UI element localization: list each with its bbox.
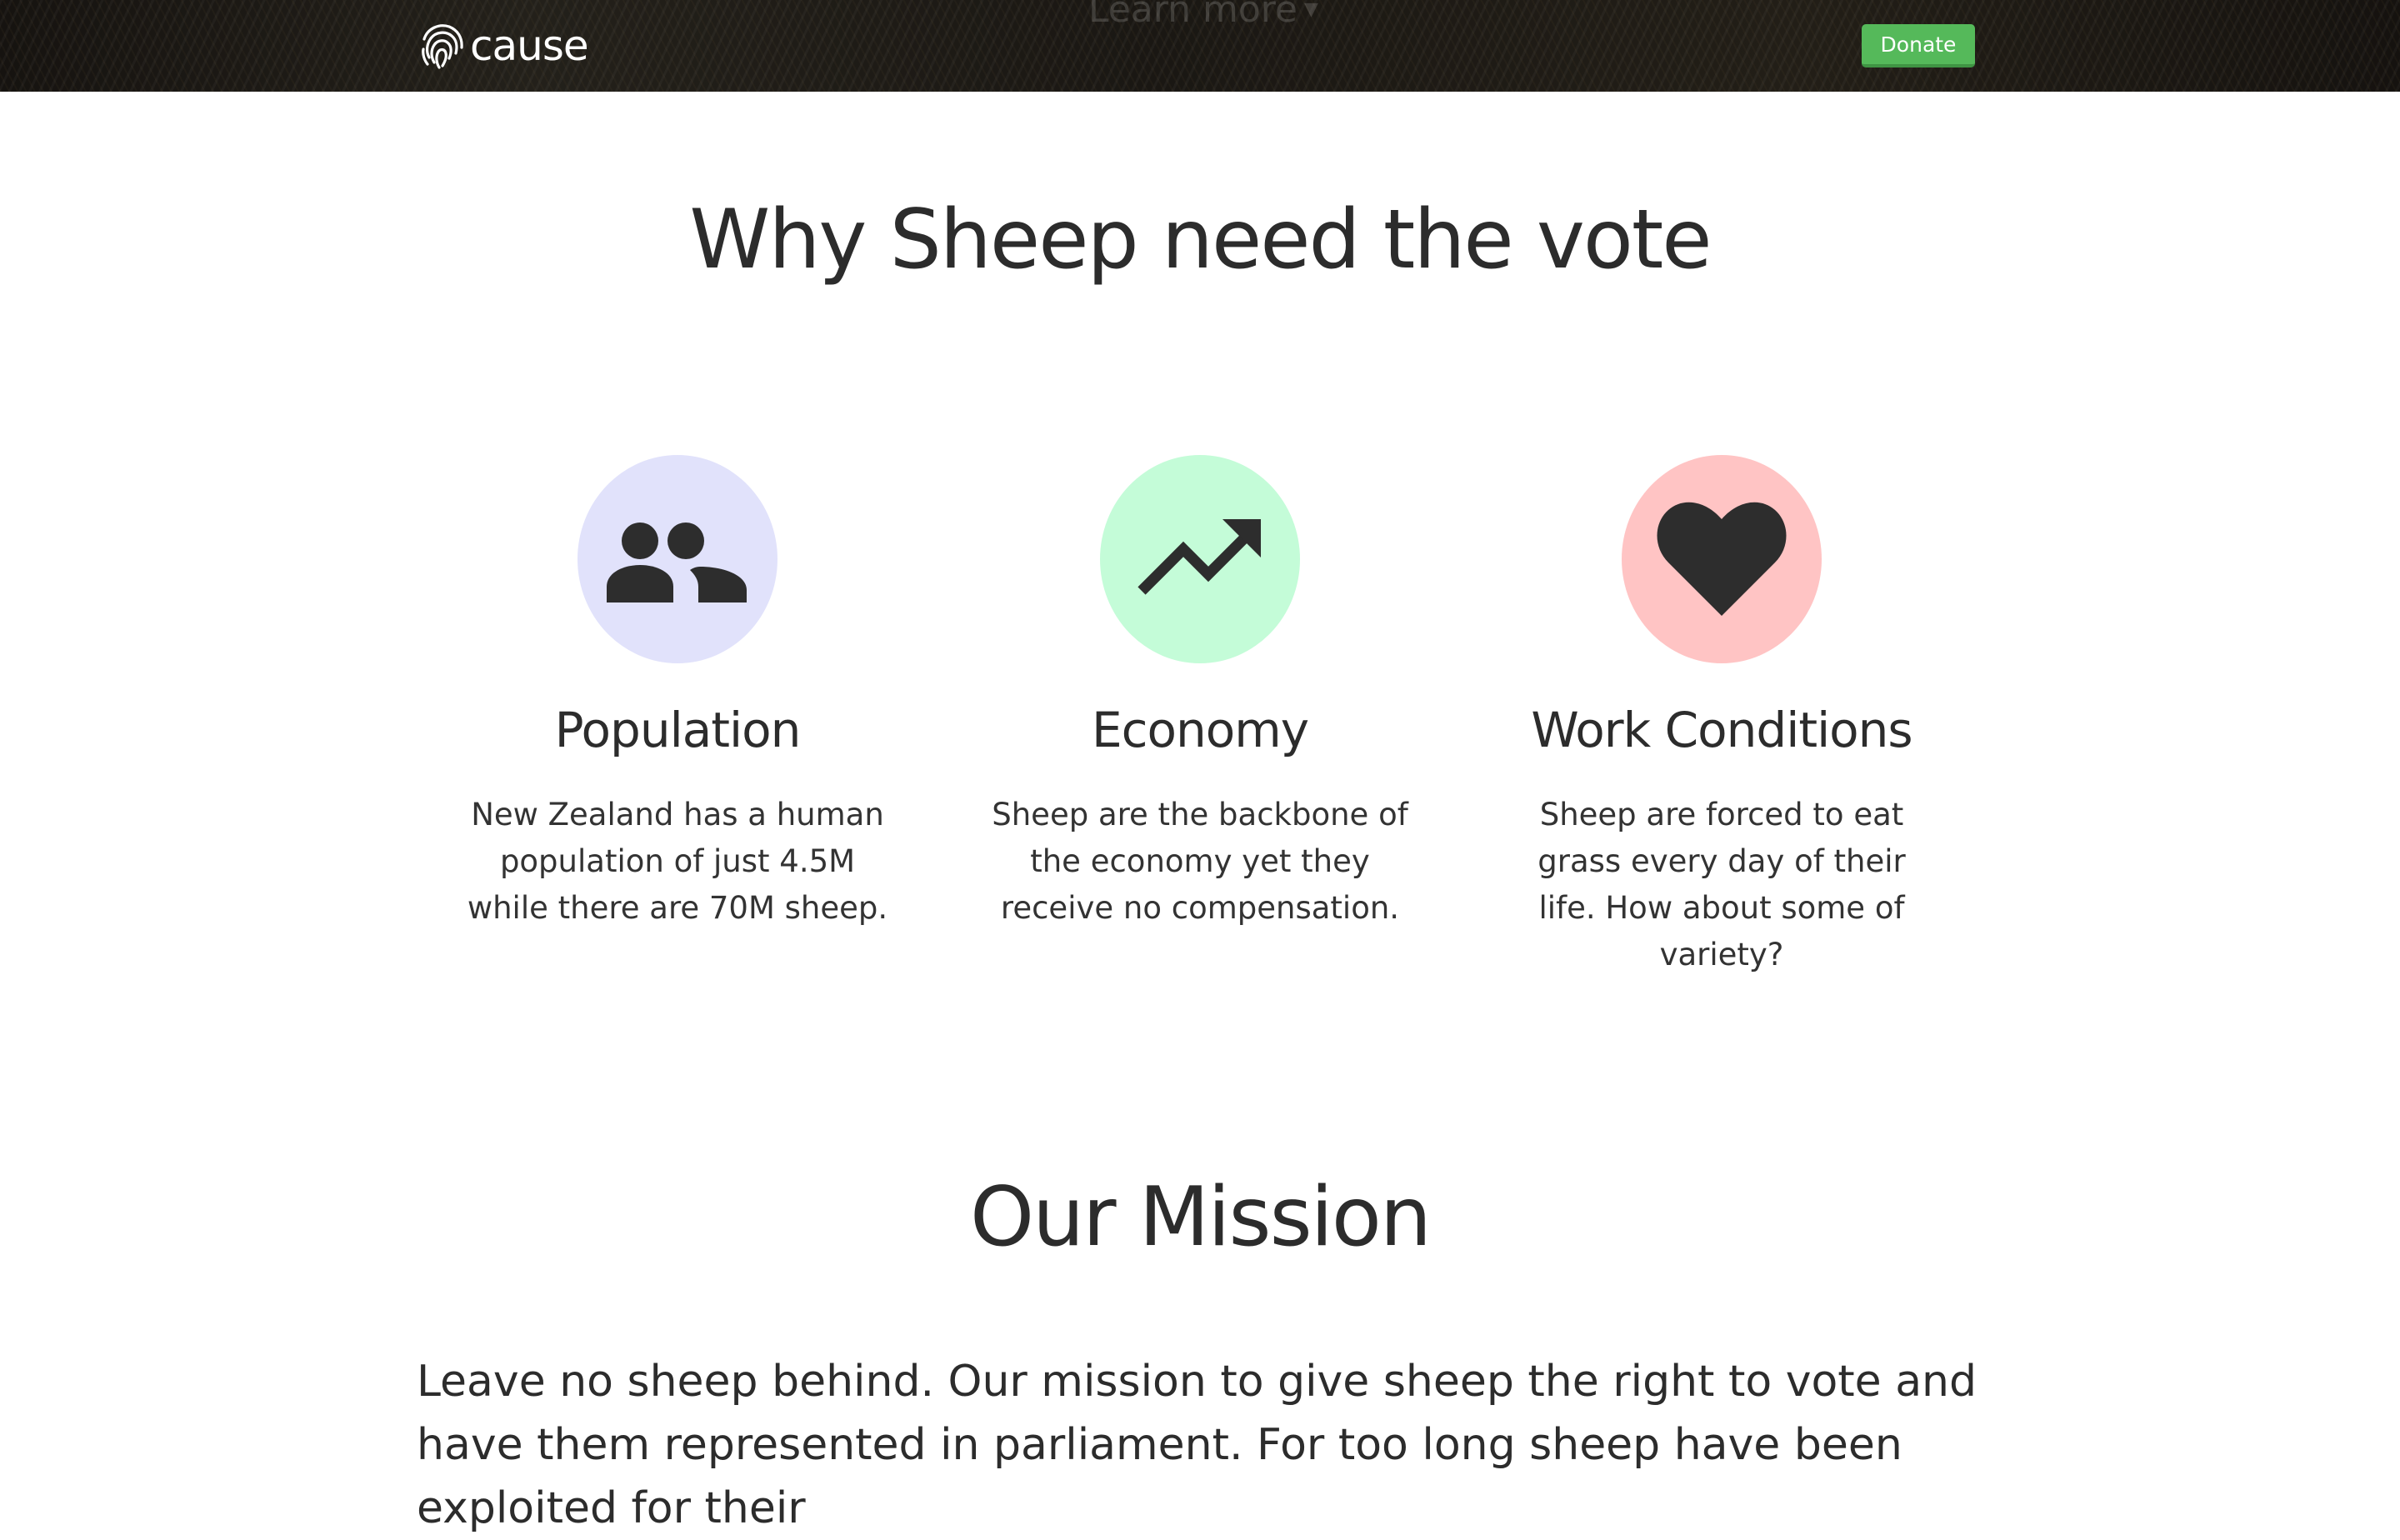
feature-description: Sheep are the backbone of the economy ye… xyxy=(992,796,1408,926)
why-section-title: Why Sheep need the vote xyxy=(689,192,1712,288)
feature-economy: Economy Sheep are the backbone of the ec… xyxy=(950,455,1450,932)
fingerprint-icon xyxy=(422,24,463,69)
donate-button[interactable]: Donate xyxy=(1862,24,1975,68)
feature-description: Sheep are forced to eat grass every day … xyxy=(1538,796,1906,972)
brand-name: cause xyxy=(470,22,589,70)
economy-icon-circle xyxy=(1100,455,1300,663)
brand-logo-link[interactable]: cause xyxy=(420,18,589,73)
learn-more-link[interactable]: Learn more ▼ xyxy=(1088,0,1318,31)
feature-population: Population New Zealand has a human popul… xyxy=(428,455,928,932)
mission-paragraph: Leave no sheep behind. Our mission to gi… xyxy=(417,1357,1978,1533)
learn-more-label: Learn more xyxy=(1088,0,1298,31)
feature-title: Work Conditions xyxy=(1531,702,1912,758)
trending-up-icon xyxy=(1138,519,1261,595)
people-icon xyxy=(607,522,747,602)
feature-description: New Zealand has a human population of ju… xyxy=(467,796,888,926)
caret-down-icon: ▼ xyxy=(1303,0,1318,20)
top-nav-bar: cause Learn more ▼ Donate xyxy=(0,0,2400,92)
feature-work-conditions: Work Conditions Sheep are forced to eat … xyxy=(1472,455,1972,978)
mission-section-title: Our Mission xyxy=(970,1170,1432,1265)
feature-title: Population xyxy=(554,702,802,758)
feature-title: Economy xyxy=(1091,702,1309,758)
heart-icon xyxy=(1657,502,1787,616)
work-conditions-icon-circle xyxy=(1622,455,1822,663)
population-icon-circle xyxy=(578,455,778,663)
